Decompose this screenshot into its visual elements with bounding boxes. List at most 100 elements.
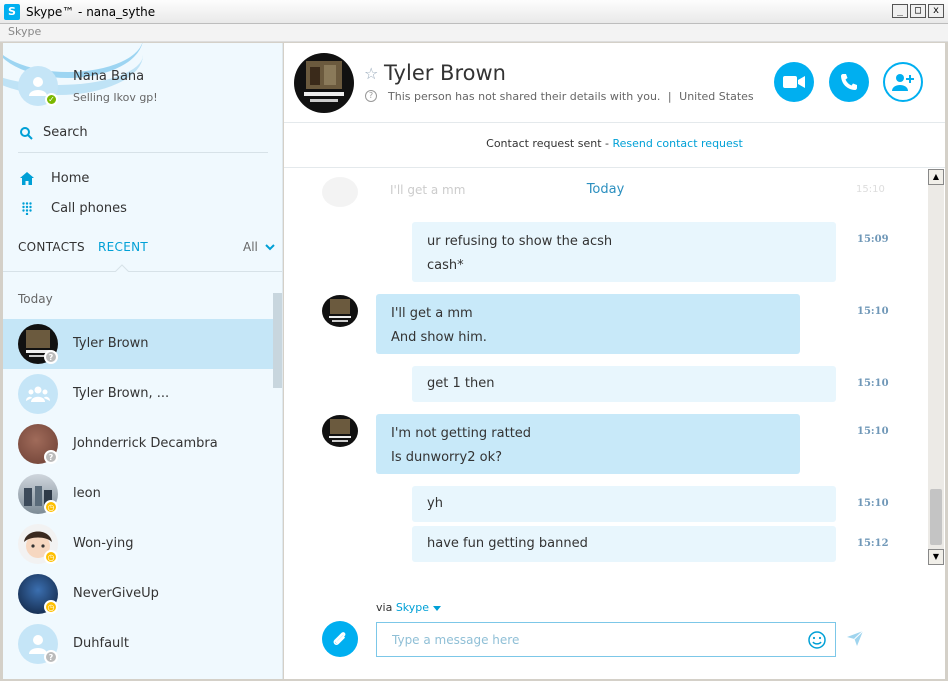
send-icon[interactable] [846, 629, 864, 647]
contact-info-text: This person has not shared their details… [388, 90, 661, 103]
sender-avatar[interactable] [322, 415, 358, 447]
chat-scrollbar[interactable]: ▲ ▼ [928, 169, 944, 565]
maximize-button[interactable]: □ [910, 4, 926, 18]
conversation-pane: ☆ Tyler Brown ? This person has not shar… [284, 43, 945, 679]
window-controls: _ □ x [892, 4, 944, 18]
message-bubble[interactable]: ur refusing to show the acsh cash* [412, 222, 836, 282]
conversation-header: ☆ Tyler Brown ? This person has not shar… [284, 43, 945, 123]
contact-list: ? Tyler Brown Tyler Brown, ... ? Johnder… [3, 319, 282, 669]
unknown-status-icon: ? [44, 350, 58, 364]
audio-call-button[interactable] [829, 62, 869, 102]
search-label: Search [43, 125, 88, 140]
search-button[interactable]: Search [18, 125, 268, 153]
menu-skype[interactable]: Skype [8, 25, 41, 38]
minimize-button[interactable]: _ [892, 4, 908, 18]
message-line: I'm not getting ratted [391, 426, 532, 441]
person-icon [29, 77, 47, 96]
contact-header-avatar[interactable] [294, 53, 354, 113]
message-line: And show him. [391, 330, 487, 345]
skype-logo-icon: S [4, 3, 20, 20]
away-status-icon: ◷ [44, 500, 58, 514]
message-timestamp: 15:10 [857, 426, 889, 437]
online-status-icon: ✓ [45, 93, 58, 106]
nav-call-phones-label: Call phones [51, 201, 127, 216]
message-input[interactable] [377, 623, 797, 656]
contact-avatar [18, 374, 58, 414]
message-timestamp: 15:10 [857, 306, 889, 317]
message-bubble[interactable]: I'll get a mm And show him. [376, 294, 800, 354]
send-via-selector[interactable]: via Skype [376, 601, 441, 614]
contact-item-leon[interactable]: ◷ leon [3, 469, 273, 519]
conversation-title: Tyler Brown [384, 61, 506, 85]
tab-contacts[interactable]: CONTACTS [18, 240, 85, 254]
contact-item-duhfault[interactable]: ? Duhfault [3, 619, 273, 669]
contact-tabs: CONTACTS RECENT All [3, 240, 282, 272]
message-composer [376, 622, 836, 657]
contact-item-johnderrick[interactable]: ? Johnderrick Decambra [3, 419, 273, 469]
filter-dropdown[interactable]: All [243, 240, 275, 254]
message-line: Is dunworry2 ok? [391, 450, 502, 465]
chevron-down-icon [432, 606, 441, 611]
group-icon [26, 386, 50, 402]
scroll-up-button[interactable]: ▲ [928, 169, 944, 185]
contact-name: Won-ying [73, 536, 134, 551]
message-bubble[interactable]: get 1 then [412, 366, 836, 402]
contact-name: Tyler Brown, ... [73, 386, 170, 401]
emoticon-icon[interactable] [808, 631, 826, 649]
paperclip-icon [333, 632, 346, 645]
home-icon [20, 172, 34, 185]
contact-item-tyler-brown[interactable]: ? Tyler Brown [3, 319, 273, 369]
date-separator: Today [586, 182, 625, 197]
scroll-down-button[interactable]: ▼ [928, 549, 944, 565]
away-status-icon: ◷ [44, 550, 58, 564]
info-separator: | [667, 90, 672, 103]
message-line: yh [427, 496, 443, 511]
tab-recent[interactable]: RECENT [98, 240, 148, 254]
contact-name: Tyler Brown [73, 336, 149, 351]
title-bar: S Skype™ - nana_sythe _ □ x [0, 0, 948, 24]
add-people-button[interactable] [883, 62, 923, 102]
sidebar-scrollbar[interactable] [273, 293, 282, 388]
away-status-icon: ◷ [44, 600, 58, 614]
message-line: cash* [427, 258, 464, 273]
message-timestamp: 15:10 [857, 498, 889, 509]
message-history: I'll get a mm 15:10 Today ur refusing to… [284, 169, 927, 567]
close-button[interactable]: x [928, 4, 944, 18]
sender-avatar[interactable] [322, 295, 358, 327]
info-icon: ? [365, 90, 377, 102]
my-mood[interactable]: Selling Ikov gp! [73, 91, 158, 104]
video-call-button[interactable] [774, 62, 814, 102]
unknown-status-icon: ? [44, 450, 58, 464]
chevron-down-icon [265, 244, 275, 251]
resend-request-link[interactable]: Resend contact request [613, 137, 743, 150]
contact-location: United States [679, 90, 754, 103]
message-line: get 1 then [427, 376, 495, 391]
contact-name: NeverGiveUp [73, 586, 159, 601]
recent-today-header: Today [18, 292, 53, 306]
message-bubble[interactable]: have fun getting banned [412, 526, 836, 562]
menu-bar: Skype [0, 24, 948, 42]
my-avatar[interactable]: ✓ [18, 66, 58, 106]
scroll-thumb[interactable] [930, 489, 942, 545]
contact-item-won-ying[interactable]: ◷ Won-ying [3, 519, 273, 569]
message-timestamp: 15:10 [857, 378, 889, 389]
sidebar: ✓ Nana Bana Selling Ikov gp! Search Home… [3, 43, 283, 679]
contact-details: This person has not shared their details… [388, 90, 754, 103]
contact-item-nevergiveup[interactable]: ◷ NeverGiveUp [3, 569, 273, 619]
message-line: have fun getting banned [427, 536, 588, 551]
message-line: I'll get a mm [391, 306, 473, 321]
message-bubble[interactable]: I'm not getting ratted Is dunworry2 ok? [376, 414, 800, 474]
phone-icon [841, 74, 857, 90]
via-service: Skype [395, 601, 430, 614]
contact-item-group[interactable]: Tyler Brown, ... [3, 369, 273, 419]
tab-pointer-icon [115, 264, 129, 272]
my-name[interactable]: Nana Bana [73, 69, 144, 84]
avatar-image-icon [329, 299, 351, 322]
request-status-text: Contact request sent - [486, 137, 609, 150]
favorite-star-icon[interactable]: ☆ [364, 64, 378, 83]
message-timestamp: 15:12 [857, 538, 889, 549]
filter-label: All [243, 240, 258, 254]
message-bubble[interactable]: yh [412, 486, 836, 522]
window-title: Skype™ - nana_sythe [26, 4, 156, 19]
attach-button[interactable] [322, 621, 358, 657]
